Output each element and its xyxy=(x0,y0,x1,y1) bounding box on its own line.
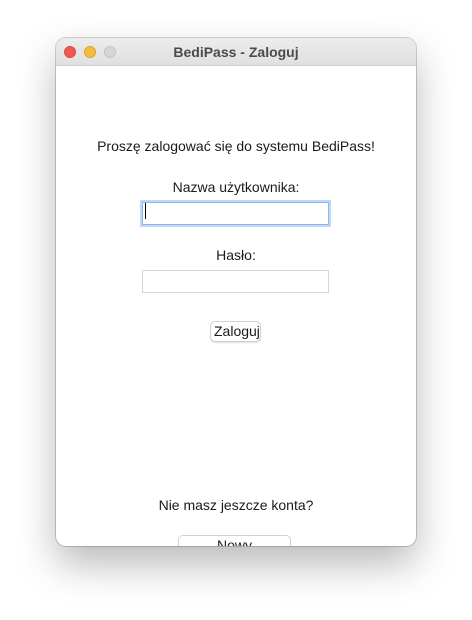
password-input[interactable] xyxy=(142,270,329,293)
title-bar[interactable]: BediPass - Zaloguj xyxy=(56,38,416,66)
login-button[interactable]: Zaloguj xyxy=(210,321,261,342)
text-caret xyxy=(145,203,146,219)
register-question: Nie masz jeszcze konta? xyxy=(158,497,314,513)
username-input[interactable] xyxy=(142,202,329,225)
new-user-button[interactable]: Nowy użytkownik xyxy=(178,535,291,546)
password-label: Hasło: xyxy=(216,247,256,263)
username-label: Nazwa użytkownika: xyxy=(172,179,300,195)
login-prompt: Proszę zalogować się do systemu BediPass… xyxy=(97,138,375,154)
window-title: BediPass - Zaloguj xyxy=(173,44,299,60)
login-form: Proszę zalogować się do systemu BediPass… xyxy=(56,66,416,546)
login-window: BediPass - Zaloguj Proszę zalogować się … xyxy=(56,38,416,546)
